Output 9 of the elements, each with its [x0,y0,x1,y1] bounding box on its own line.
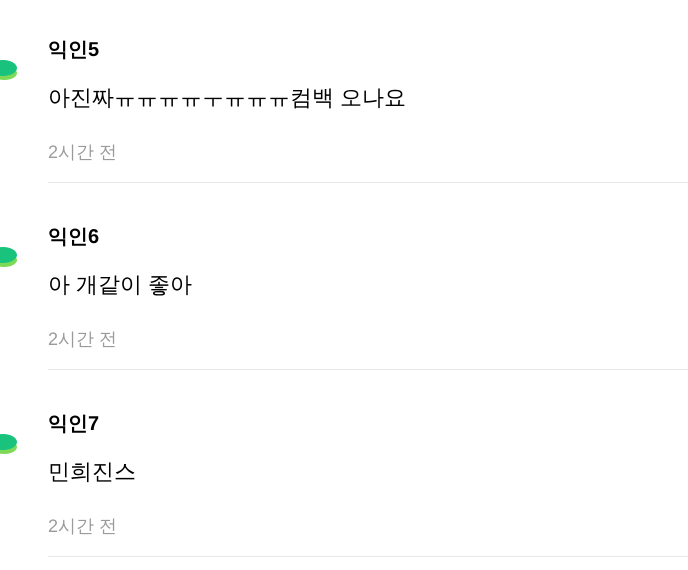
author-name: 익인5 [48,38,100,63]
comment-time: 2시간 전 [48,515,118,538]
comment-time: 2시간 전 [48,141,118,164]
comment-time: 2시간 전 [48,328,118,351]
author-name: 익인6 [48,225,100,250]
comment-text: 아진짜ㅠㅠㅠㅠㅜㅠㅠㅠ컴백 오나요 [48,84,408,112]
comment-text: 민희진스 [48,458,137,486]
comment-text: 아 개같이 좋아 [48,271,194,299]
author-name: 익인7 [48,412,100,437]
